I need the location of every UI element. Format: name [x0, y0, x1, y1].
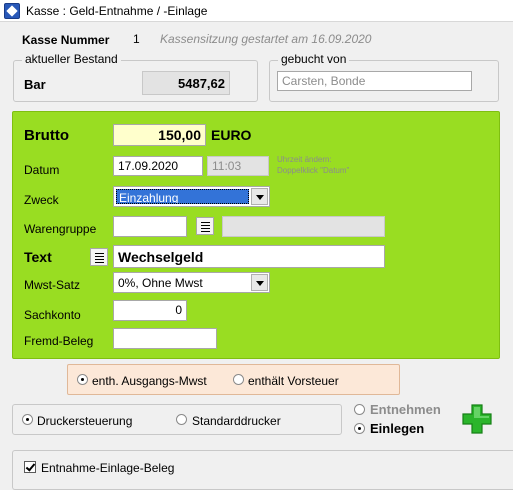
- warengruppe-input[interactable]: [113, 216, 187, 237]
- kasse-label: Kasse Nummer: [22, 33, 110, 47]
- radio-einlegen[interactable]: [354, 423, 365, 434]
- session-text: Kassensitzung gestartet am 16.09.2020: [160, 32, 372, 46]
- sachkonto-label: Sachkonto: [24, 308, 81, 322]
- add-plus-icon[interactable]: [461, 403, 493, 435]
- beleg-checkbox[interactable]: [24, 461, 36, 473]
- warengruppe-label: Warengruppe: [24, 222, 97, 236]
- mwst-satz-select[interactable]: 0%, Ohne Mwst: [113, 272, 270, 293]
- mwst-satz-label: Mwst-Satz: [24, 278, 81, 292]
- bestand-group-label: aktueller Bestand: [22, 52, 121, 66]
- radio-ausgangs-mwst[interactable]: [77, 374, 88, 385]
- radio-vorsteuer-label[interactable]: enthält Vorsteuer: [248, 374, 339, 388]
- sachkonto-input[interactable]: 0: [113, 300, 187, 321]
- mwst-satz-selected-value: 0%, Ohne Mwst: [118, 276, 203, 290]
- window-title: Kasse : Geld-Entnahme / -Einlage: [26, 4, 208, 18]
- dropdown-arrow-icon[interactable]: [251, 274, 268, 291]
- text-list-icon[interactable]: [90, 248, 108, 266]
- radio-einlegen-label[interactable]: Einlegen: [370, 421, 424, 436]
- zweck-selected-value: Einzahlung: [116, 189, 249, 204]
- warengruppe-description: [222, 216, 385, 237]
- currency-label: EURO: [211, 127, 252, 143]
- brutto-input[interactable]: 150,00: [113, 124, 206, 146]
- text-input[interactable]: Wechselgeld: [113, 245, 385, 268]
- app-icon: [4, 3, 20, 19]
- zweck-select[interactable]: Einzahlung: [113, 186, 270, 207]
- beleg-checkbox-label[interactable]: Entnahme-Einlage-Beleg: [41, 461, 174, 475]
- radio-entnehmen[interactable]: [354, 404, 365, 415]
- time-hint-line2: Doppelklick "Datum": [277, 166, 350, 175]
- time-hint-line1: Uhrzeit ändern:: [277, 155, 332, 164]
- dropdown-arrow-icon[interactable]: [251, 188, 268, 205]
- brutto-label: Brutto: [24, 127, 69, 144]
- title-bar: Kasse : Geld-Entnahme / -Einlage: [0, 0, 513, 22]
- warengruppe-list-icon[interactable]: [196, 217, 214, 235]
- radio-entnehmen-label[interactable]: Entnehmen: [370, 402, 441, 417]
- radio-druckersteuerung[interactable]: [22, 414, 33, 425]
- radio-druckersteuerung-label[interactable]: Druckersteuerung: [37, 414, 132, 428]
- zweck-label: Zweck: [24, 193, 59, 207]
- bestand-label: Bar: [24, 77, 46, 92]
- gebucht-von-field[interactable]: Carsten, Bonde: [277, 71, 472, 91]
- radio-ausgangs-mwst-label[interactable]: enth. Ausgangs-Mwst: [92, 374, 207, 388]
- fremd-beleg-label: Fremd-Beleg: [24, 334, 94, 348]
- text-label: Text: [24, 249, 52, 265]
- bestand-value: 5487,62: [142, 71, 230, 95]
- datum-label: Datum: [24, 163, 60, 177]
- radio-standarddrucker-label[interactable]: Standarddrucker: [192, 414, 281, 428]
- gebucht-group-label: gebucht von: [278, 52, 350, 66]
- fremd-beleg-input[interactable]: [113, 328, 217, 349]
- radio-vorsteuer[interactable]: [233, 374, 244, 385]
- time-input: 11:03: [207, 156, 269, 176]
- datum-input[interactable]: 17.09.2020: [113, 156, 203, 176]
- radio-standarddrucker[interactable]: [176, 414, 187, 425]
- kasse-number: 1: [133, 32, 140, 46]
